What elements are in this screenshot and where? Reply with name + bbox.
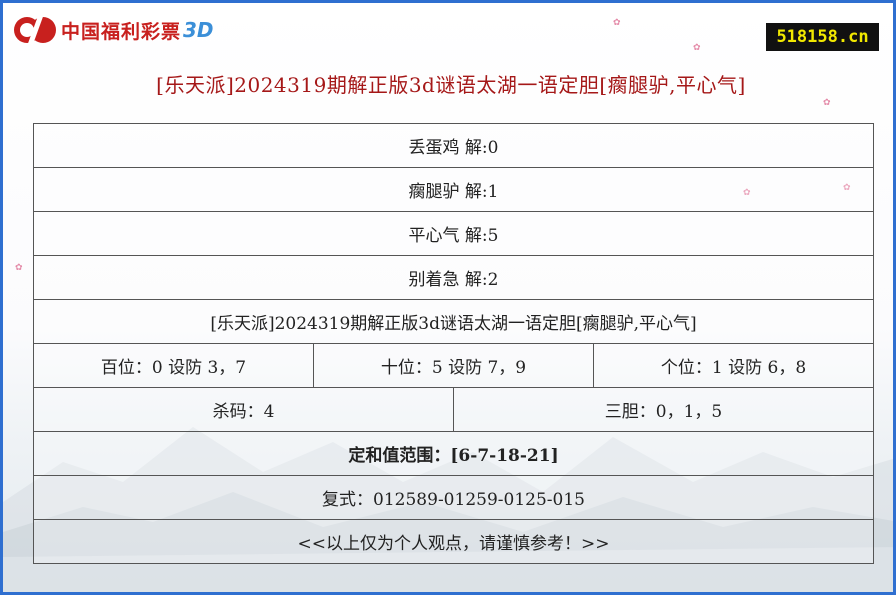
riddle-row: 平心气 解:5 xyxy=(32,211,875,256)
riddle-row: 别着急 解:2 xyxy=(32,255,875,300)
logo-text: 中国福利彩票 xyxy=(61,20,182,43)
compound-cell: 复式：012589-01259-0125-015 xyxy=(32,475,875,520)
lottery-logo: 中国福利彩票 3D xyxy=(13,12,214,48)
page-title: [乐天派]2024319期解正版3d谜语太湖一语定胆[瘸腿驴,平心气] xyxy=(156,73,746,97)
three-dan-cell: 三胆：0，1，5 xyxy=(452,387,875,432)
riddle-row: 瘸腿驴 解:1 xyxy=(32,167,875,212)
table-row: <<以上仅为个人观点，请谨慎参考！>> xyxy=(32,519,875,564)
table-row: 定和值范围：[6-7-18-21] xyxy=(32,431,875,476)
tens-cell: 十位：5 设防 7，9 xyxy=(313,343,594,388)
riddle-row: 丢蛋鸡 解:0 xyxy=(32,123,875,168)
table-row: 别着急 解:2 xyxy=(32,255,875,300)
blossom-decoration: ✿ xyxy=(823,98,831,108)
blossom-decoration: ✿ xyxy=(15,263,23,273)
table-row: 杀码：4 三胆：0，1，5 xyxy=(33,387,875,432)
prediction-table: 丢蛋鸡 解:0 瘸腿驴 解:1 平心气 解:5 别着急 解:2 [乐天派]202… xyxy=(32,123,875,564)
disclaimer-cell: <<以上仅为个人观点，请谨慎参考！>> xyxy=(32,519,875,564)
table-row: 复式：012589-01259-0125-015 xyxy=(32,475,875,520)
units-cell: 个位：1 设防 6，8 xyxy=(592,343,875,388)
sum-range-cell: 定和值范围：[6-7-18-21] xyxy=(32,431,875,476)
blossom-decoration: ✿ xyxy=(693,43,701,53)
hundreds-cell: 百位：0 设防 3，7 xyxy=(33,343,314,388)
blossom-decoration: ✿ xyxy=(613,18,621,28)
table-row: 平心气 解:5 xyxy=(32,211,875,256)
site-badge[interactable]: 518158.cn xyxy=(766,23,879,51)
table-row: 瘸腿驴 解:1 xyxy=(32,167,875,212)
title-repeat-row: [乐天派]2024319期解正版3d谜语太湖一语定胆[瘸腿驴,平心气] xyxy=(32,299,875,344)
lottery-logo-icon xyxy=(14,15,56,46)
logo-3d-text: 3D xyxy=(183,18,214,42)
table-row: [乐天派]2024319期解正版3d谜语太湖一语定胆[瘸腿驴,平心气] xyxy=(32,299,875,344)
page-frame: ✿ ✿ ✿ ✿ ✿ ✿ 中国福利彩票 3D 518158.cn [乐天派]202… xyxy=(0,0,896,595)
table-row: 丢蛋鸡 解:0 xyxy=(32,123,875,168)
table-row: 百位：0 设防 3，7 十位：5 设防 7，9 个位：1 设防 6，8 xyxy=(33,343,875,388)
kill-cell: 杀码：4 xyxy=(33,387,454,432)
